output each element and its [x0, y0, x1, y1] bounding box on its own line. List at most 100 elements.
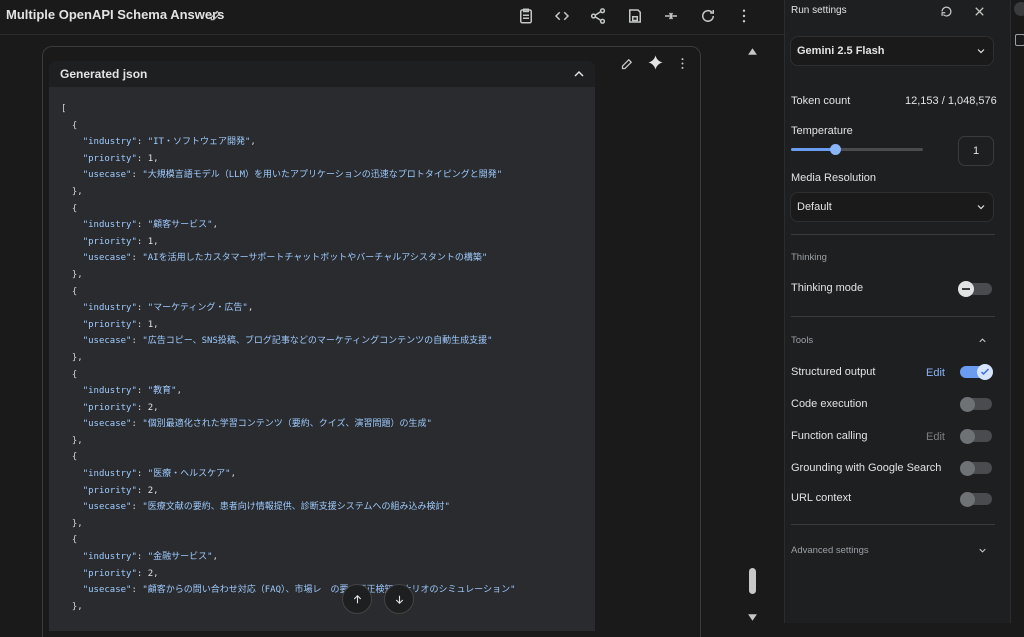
run-settings-panel: Run settings Gemini 2.5 Flash Token coun… [784, 0, 1011, 623]
grounding-toggle[interactable] [960, 460, 992, 476]
arrow-down-icon [395, 595, 403, 604]
clipboard-icon[interactable] [517, 7, 535, 25]
collapse-chevron-up-icon[interactable] [571, 66, 587, 82]
edit-response-icon[interactable] [620, 56, 635, 71]
json-line-priority: "priority": 2, [82, 402, 159, 413]
json-line-usecase: "usecase": "AIを活用したカスタマーサポートチャットボットやバーチャ… [82, 253, 488, 264]
json-line-priority: "priority": 1, [82, 153, 159, 164]
check-icon [980, 367, 990, 375]
json-line-industry: "industry": "医療・ヘルスケア", [82, 469, 236, 480]
json-brace-open: { [61, 203, 78, 214]
structured-output-toggle[interactable] [960, 363, 993, 380]
json-line-priority: "priority": 1, [82, 236, 159, 247]
json-line-industry: "industry": "IT・ソフトウェア開発", [82, 137, 256, 148]
json-line-industry: "industry": "マーケティング・広告", [82, 303, 254, 314]
tools-section-label: Tools [791, 335, 814, 346]
json-brace-open: { [61, 535, 78, 546]
minus-icon [962, 287, 970, 290]
document-icon[interactable] [1015, 34, 1024, 46]
json-brace-close: }, [61, 269, 83, 280]
temperature-slider-fill [791, 148, 835, 151]
json-line-usecase: "usecase": "医療文献の要約、患者向け情報提供、診断支援システムへの組… [82, 502, 450, 513]
json-line-industry: "industry": "教育", [82, 386, 182, 397]
temperature-input[interactable]: 1 [958, 136, 994, 166]
temperature-label: Temperature [791, 125, 853, 137]
url-context-toggle[interactable] [960, 491, 992, 507]
json-brace-close: }, [61, 601, 83, 612]
model-select[interactable]: Gemini 2.5 Flash [790, 36, 994, 66]
run-settings-title: Run settings [791, 5, 847, 16]
reset-settings-icon[interactable] [939, 4, 954, 19]
temperature-slider-knob[interactable] [829, 144, 841, 155]
avatar[interactable] [1014, 2, 1024, 16]
scroll-up-button[interactable] [342, 584, 372, 614]
scrollbar-thumb[interactable] [749, 568, 756, 594]
compare-icon[interactable] [662, 7, 680, 25]
json-code-block: [ { "industry": "IT・ソフトウェア開発", "priority… [61, 101, 591, 615]
top-divider [0, 34, 784, 35]
divider [791, 524, 995, 525]
chevron-up-icon[interactable] [977, 335, 988, 346]
top-bar: Multiple OpenAPI Schema Answers [0, 0, 784, 34]
model-select-value: Gemini 2.5 Flash [797, 45, 885, 57]
json-brace-close: }, [61, 352, 83, 363]
arrow-up-icon [353, 594, 361, 603]
json-brace-close: }, [61, 186, 83, 197]
code-execution-label: Code execution [791, 398, 868, 410]
scroll-up-arrow-icon[interactable] [747, 46, 758, 57]
json-line-priority: "priority": 2, [82, 568, 159, 579]
scroll-down-arrow-icon[interactable] [747, 612, 758, 623]
function-calling-edit-link[interactable]: Edit [926, 431, 945, 443]
json-brace-open: { [61, 452, 78, 463]
json-line-usecase: "usecase": "顧客からの問い合わせ対応（FAQ）、市場レ の要 不正検… [82, 585, 516, 596]
save-icon[interactable] [626, 7, 644, 25]
json-brace-close: }, [61, 518, 83, 529]
side-rail [1010, 0, 1024, 623]
thinking-mode-toggle[interactable] [958, 280, 992, 297]
page-title: Multiple OpenAPI Schema Answers [6, 7, 225, 22]
divider [791, 316, 995, 317]
edit-title-icon[interactable] [209, 8, 223, 22]
advanced-settings-label[interactable]: Advanced settings [791, 545, 869, 556]
media-resolution-select[interactable]: Default [790, 192, 994, 222]
chevron-down-icon[interactable] [977, 545, 988, 556]
json-line-priority: "priority": 1, [82, 319, 159, 330]
thinking-mode-label: Thinking mode [791, 282, 864, 294]
json-line-usecase: "usecase": "大規模言語モデル（LLM）を用いたアプリケーションの迅速… [82, 170, 503, 181]
thinking-section-label: Thinking [791, 252, 827, 263]
url-context-label: URL context [791, 492, 852, 504]
temperature-slider[interactable] [791, 144, 923, 155]
structured-output-edit-link[interactable]: Edit [926, 367, 945, 379]
code-execution-toggle[interactable] [960, 396, 992, 412]
json-brace-open: { [61, 369, 78, 380]
more-vert-icon[interactable] [735, 7, 753, 25]
media-resolution-value: Default [797, 201, 832, 213]
token-count-label: Token count [791, 95, 851, 107]
structured-output-label: Structured output [791, 366, 876, 378]
function-calling-toggle[interactable] [960, 428, 992, 444]
response-more-icon[interactable] [675, 56, 690, 71]
json-panel-header[interactable]: Generated json [49, 61, 595, 87]
toggle-knob [977, 363, 993, 380]
toggle-knob [960, 491, 975, 507]
media-resolution-label: Media Resolution [791, 172, 876, 184]
scroll-down-button[interactable] [384, 584, 414, 614]
divider [791, 234, 995, 235]
sparkle-icon[interactable] [647, 54, 664, 71]
code-icon[interactable] [553, 7, 571, 25]
token-count-value: 12,153 / 1,048,576 [905, 95, 997, 107]
chevron-down-icon [975, 201, 987, 213]
json-brace-close: }, [61, 435, 83, 446]
json-line-usecase: "usecase": "広告コピー、SNS投稿、ブログ記事などのマーケティングコ… [82, 336, 493, 347]
share-icon[interactable] [589, 7, 607, 25]
json-brace-open: { [61, 286, 78, 297]
refresh-icon[interactable] [699, 7, 717, 25]
json-panel-title: Generated json [60, 67, 148, 81]
json-line-usecase: "usecase": "個別最適化された学習コンテンツ（要約、クイズ、演習問題）… [82, 419, 432, 430]
toggle-knob [960, 396, 975, 412]
chevron-down-icon [975, 45, 987, 57]
close-icon[interactable] [972, 4, 987, 19]
toggle-knob [960, 428, 975, 444]
toggle-knob [960, 460, 975, 476]
json-line-priority: "priority": 2, [82, 485, 159, 496]
